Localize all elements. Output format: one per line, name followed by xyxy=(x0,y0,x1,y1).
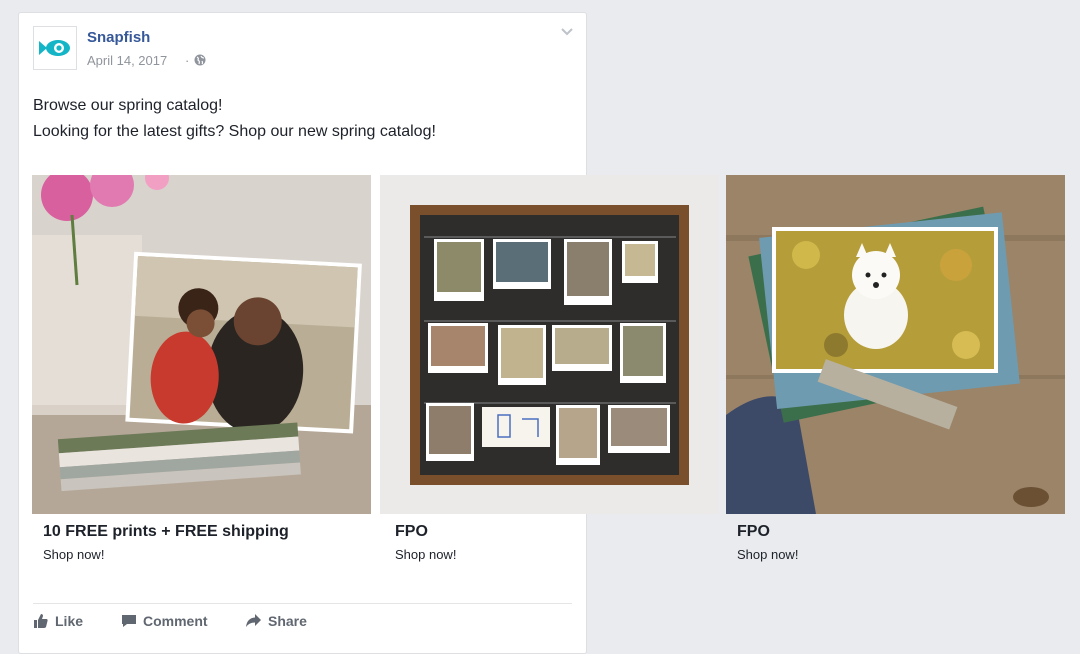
shop-now-link-1[interactable]: Shop now! xyxy=(43,547,104,562)
action-divider xyxy=(33,603,572,604)
comment-button[interactable]: Comment xyxy=(121,613,208,629)
page-avatar[interactable] xyxy=(33,26,77,70)
chevron-down-icon[interactable] xyxy=(560,27,574,37)
share-icon xyxy=(246,614,261,627)
meta-separator: · xyxy=(185,53,190,68)
carousel-image-1[interactable] xyxy=(32,175,371,514)
like-button[interactable]: Like xyxy=(33,613,83,629)
post-message: Browse our spring catalog! Looking for t… xyxy=(33,93,436,145)
post-date[interactable]: April 14, 2017 xyxy=(87,53,167,68)
carousel-image-2[interactable] xyxy=(380,175,719,514)
post-text-line: Browse our spring catalog! xyxy=(33,97,223,114)
snapfish-logo-icon xyxy=(39,40,70,56)
shop-now-link-3[interactable]: Shop now! xyxy=(737,547,798,562)
like-label: Like xyxy=(55,613,84,629)
carousel-title-3[interactable]: FPO xyxy=(737,523,770,541)
comment-label: Comment xyxy=(143,613,208,629)
comment-icon xyxy=(122,615,136,627)
shop-now-link-2[interactable]: Shop now! xyxy=(395,547,456,562)
carousel-title-2[interactable]: FPO xyxy=(395,523,428,541)
share-button[interactable]: Share xyxy=(245,613,307,629)
share-label: Share xyxy=(268,613,307,629)
page-name-link[interactable]: Snapfish xyxy=(87,29,150,46)
post-text-line: Looking for the latest gifts? Shop our n… xyxy=(33,123,436,140)
globe-icon xyxy=(194,54,206,66)
like-icon xyxy=(34,614,48,628)
carousel-title-1[interactable]: 10 FREE prints + FREE shipping xyxy=(43,523,289,541)
carousel-image-3[interactable] xyxy=(726,175,1065,514)
